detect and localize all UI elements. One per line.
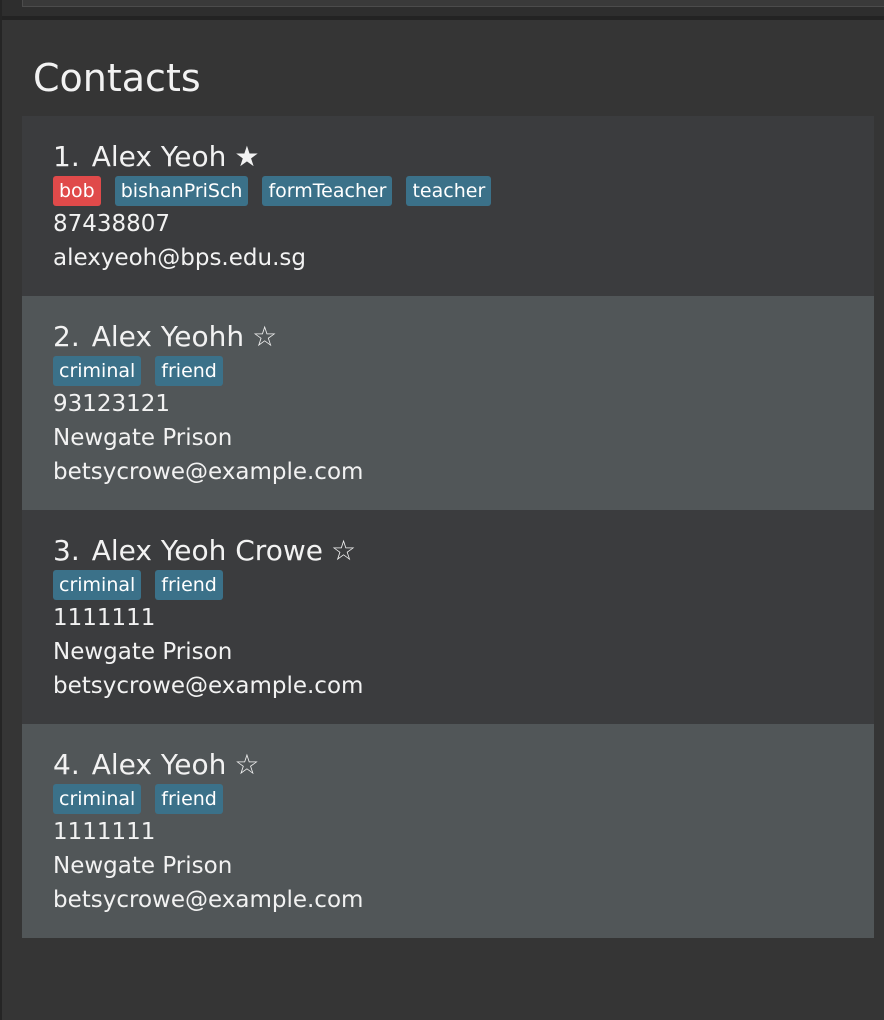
contact-name: Alex Yeoh bbox=[91, 748, 227, 781]
star-outline-icon[interactable]: ☆ bbox=[331, 534, 356, 568]
contacts-panel: Contacts 1. Alex Yeoh ★ bob bishanPriSch f… bbox=[2, 20, 884, 1020]
contact-phone: 1111111 bbox=[53, 819, 156, 845]
contact-address: Newgate Prison bbox=[53, 853, 233, 879]
contact-email: alexyeoh@bps.edu.sg bbox=[53, 245, 306, 271]
tag-label: bishanPriSch bbox=[114, 176, 249, 206]
contact-name-line: 2. Alex Yeohh ☆ bbox=[53, 320, 874, 354]
contact-address: Newgate Prison bbox=[53, 425, 233, 451]
star-outline-icon[interactable]: ☆ bbox=[234, 748, 259, 782]
contact-name-line: 4. Alex Yeoh ☆ bbox=[53, 748, 874, 782]
tag-label: friend bbox=[155, 570, 223, 600]
contact-name: Alex Yeoh bbox=[91, 140, 227, 173]
page-title: Contacts bbox=[33, 56, 201, 100]
contact-card[interactable]: 1. Alex Yeoh ★ bob bishanPriSch formTeache… bbox=[22, 116, 874, 296]
contact-card[interactable]: 4. Alex Yeoh ☆ criminal friend 1111111 New… bbox=[22, 724, 874, 938]
contact-address: Newgate Prison bbox=[53, 639, 233, 665]
contact-tags: criminal friend bbox=[53, 355, 874, 387]
app-window: Contacts 1. Alex Yeoh ★ bob bishanPriSch f… bbox=[0, 0, 884, 1020]
tag-label: friend bbox=[155, 356, 223, 386]
contact-index: 2. bbox=[53, 320, 80, 353]
star-outline-icon[interactable]: ☆ bbox=[252, 320, 277, 354]
tag-label: teacher bbox=[406, 176, 492, 206]
tag-label: criminal bbox=[53, 356, 142, 386]
contact-card[interactable]: 2. Alex Yeohh ☆ criminal friend 93123121 N… bbox=[22, 296, 874, 510]
contact-email: betsycrowe@example.com bbox=[53, 459, 364, 485]
contact-email: betsycrowe@example.com bbox=[53, 887, 364, 913]
contact-name-line: 1. Alex Yeoh ★ bbox=[53, 140, 874, 174]
tag-label: criminal bbox=[53, 784, 142, 814]
contact-tags: bob bishanPriSch formTeacher teacher bbox=[53, 175, 874, 207]
contact-index: 4. bbox=[53, 748, 80, 781]
contact-phone: 87438807 bbox=[53, 211, 171, 237]
contact-tags: criminal friend bbox=[53, 569, 874, 601]
star-filled-icon[interactable]: ★ bbox=[234, 140, 259, 174]
contact-name: Alex Yeohh bbox=[91, 320, 245, 353]
result-display-box bbox=[22, 0, 884, 7]
tag-label: formTeacher bbox=[262, 176, 393, 206]
tag-label: friend bbox=[155, 784, 223, 814]
contact-list[interactable]: 1. Alex Yeoh ★ bob bishanPriSch formTeache… bbox=[22, 116, 874, 938]
contact-name-line: 3. Alex Yeoh Crowe ☆ bbox=[53, 534, 874, 568]
contact-card[interactable]: 3. Alex Yeoh Crowe ☆ criminal friend 11111… bbox=[22, 510, 874, 724]
contact-name: Alex Yeoh Crowe bbox=[91, 534, 323, 567]
contact-email: betsycrowe@example.com bbox=[53, 673, 364, 699]
contact-phone: 1111111 bbox=[53, 605, 156, 631]
contact-index: 1. bbox=[53, 140, 80, 173]
tag-label: criminal bbox=[53, 570, 142, 600]
contact-phone: 93123121 bbox=[53, 391, 171, 417]
tag-label: bob bbox=[53, 176, 101, 206]
contact-index: 3. bbox=[53, 534, 80, 567]
contact-tags: criminal friend bbox=[53, 783, 874, 815]
